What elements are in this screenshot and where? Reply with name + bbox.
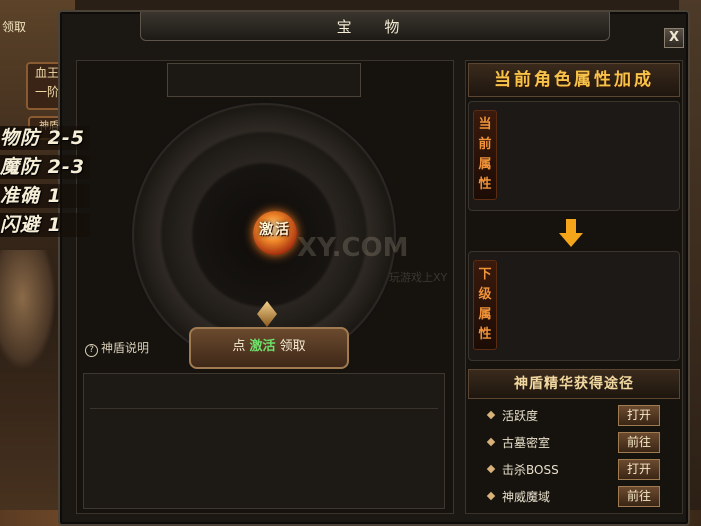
next-attributes-tag: 下级属性 <box>473 260 497 350</box>
treasure-window: 宝 物 X XY.COM 玩游戏上XY 激活 ? 神盾说明 点 激活 领取 当前角… <box>58 10 690 526</box>
shield-panel: XY.COM 玩游戏上XY 激活 ? 神盾说明 点 激活 领取 <box>76 60 454 514</box>
sources-list: 活跃度 打开 古墓密室 前往 击杀BOSS 打开 神威魔域 前往 <box>466 403 682 511</box>
source-button[interactable]: 前往 <box>618 486 660 507</box>
bullet-icon <box>486 410 496 420</box>
source-button[interactable]: 打开 <box>618 405 660 426</box>
hud-stat: 闪避 1 <box>0 213 90 237</box>
claim-action: 激活 <box>249 339 276 354</box>
question-icon: ? <box>85 344 98 357</box>
source-name: 神威魔域 <box>502 490 551 504</box>
watermark-sub: 玩游戏上XY <box>389 271 448 284</box>
source-name: 击杀BOSS <box>502 463 559 477</box>
sources-header: 神盾精华获得途径 <box>468 369 680 399</box>
arrow-down-icon <box>559 219 583 249</box>
hud-stat: 物防 2-5 <box>0 126 90 150</box>
claim-prefix: 点 <box>232 339 246 354</box>
source-name: 古墓密室 <box>502 436 551 450</box>
hud-stats: 物防 2-5 魔防 2-3 准确 1 闪避 1 <box>0 126 90 242</box>
source-row: 古墓密室 前往 <box>466 430 682 457</box>
info-divider <box>90 408 438 409</box>
watermark: XY.COM <box>297 233 409 263</box>
attribute-panel: 当前角色属性加成 当前属性 下级属性 神盾精华获得途径 活跃度 打开 古墓密室 … <box>465 60 683 514</box>
help-label: 神盾说明 <box>101 341 150 355</box>
hud-stat: 准确 1 <box>0 184 90 208</box>
source-row: 活跃度 打开 <box>466 403 682 430</box>
shield-help-link[interactable]: ? 神盾说明 <box>85 339 149 357</box>
close-button[interactable]: X <box>664 28 684 48</box>
current-attributes-box: 当前属性 <box>468 101 680 211</box>
character-sprite <box>0 250 56 370</box>
source-row: 神威魔域 前往 <box>466 484 682 511</box>
source-name: 活跃度 <box>502 409 539 423</box>
activate-claim-button[interactable]: 点 激活 领取 <box>189 327 349 369</box>
activate-orb-label[interactable]: 激活 <box>243 219 307 239</box>
current-attributes-tag: 当前属性 <box>473 110 497 200</box>
window-titlebar: 宝 物 <box>140 12 610 41</box>
window-title: 宝 物 <box>336 18 414 36</box>
claim-suffix: 领取 <box>279 339 306 354</box>
bullet-icon <box>486 437 496 447</box>
source-button[interactable]: 前往 <box>618 432 660 453</box>
attribute-header: 当前角色属性加成 <box>468 63 680 97</box>
background-claim-text[interactable]: 领取 <box>2 18 26 35</box>
hud-stat: 魔防 2-3 <box>0 155 90 179</box>
source-row: 击杀BOSS 打开 <box>466 457 682 484</box>
shield-info-box <box>83 373 445 509</box>
top-slot <box>167 63 361 97</box>
bullet-icon <box>486 491 496 501</box>
bullet-icon <box>486 464 496 474</box>
next-attributes-box: 下级属性 <box>468 251 680 361</box>
source-button[interactable]: 打开 <box>618 459 660 480</box>
